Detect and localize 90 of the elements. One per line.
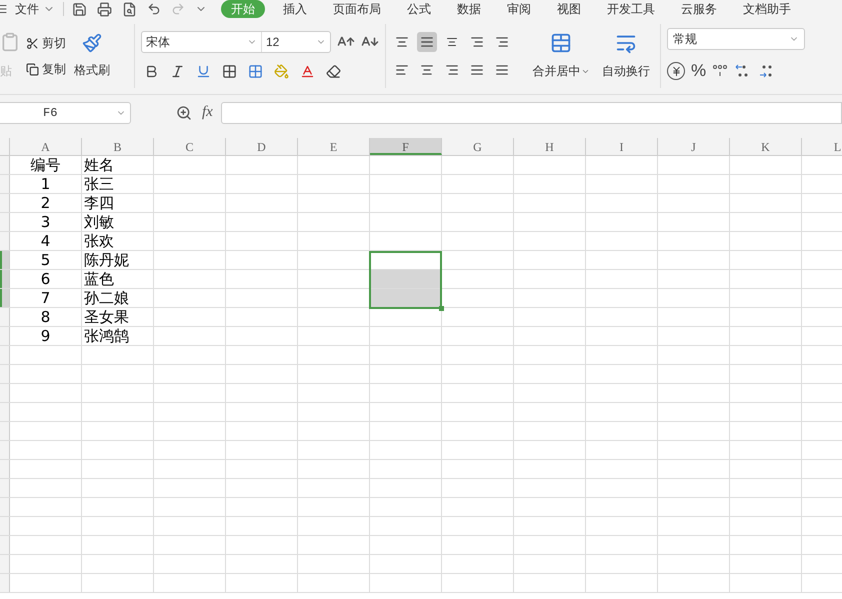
formula-input-field[interactable] [220, 102, 842, 124]
row-header[interactable] [0, 441, 10, 459]
number-format-field[interactable]: 常规 [667, 28, 805, 50]
selected-cell[interactable] [370, 289, 442, 307]
table-cell: 蓝色 [84, 270, 114, 288]
row-header[interactable] [0, 156, 10, 174]
ribbon-tab[interactable]: 插入 [281, 0, 309, 18]
selected-cell[interactable] [370, 270, 442, 288]
align-middle-icon[interactable] [417, 32, 437, 52]
table-cell: 陈丹妮 [84, 251, 129, 269]
table-cell: 8 [40, 308, 50, 326]
row-header[interactable] [0, 460, 10, 478]
column-header[interactable]: C [154, 138, 226, 155]
row-header[interactable] [0, 213, 10, 231]
table-cell: 4 [40, 232, 50, 250]
cut-button[interactable]: 剪切 [26, 34, 66, 52]
currency-icon[interactable] [667, 62, 685, 80]
table-cell: 张三 [84, 175, 114, 193]
row-header[interactable] [0, 384, 10, 402]
column-header[interactable]: L [802, 138, 842, 155]
zoom-icon [176, 104, 192, 120]
percent-button[interactable]: % [691, 58, 706, 84]
column-header[interactable]: K [730, 138, 802, 155]
table-cell: 刘敏 [84, 213, 114, 231]
table-cell: 圣女果 [84, 308, 129, 326]
ribbon-tab[interactable]: 文档助手 [741, 0, 793, 18]
copy-icon [26, 62, 39, 76]
print-icon [97, 2, 112, 16]
save-icon [72, 2, 87, 16]
copy-button[interactable]: 复制 [26, 60, 66, 78]
row-header[interactable] [0, 403, 10, 421]
column-header[interactable]: J [658, 138, 730, 155]
column-header[interactable]: B [82, 138, 154, 155]
table-cell: 1 [40, 175, 50, 193]
function-icon[interactable]: fx [202, 101, 213, 124]
column-header[interactable]: F [370, 138, 442, 155]
format-painter-button[interactable]: 格式刷 [74, 33, 110, 79]
table-cell: 孙二娘 [84, 289, 129, 307]
thousands-separator-icon [712, 63, 728, 79]
ribbon-tab[interactable]: 开发工具 [605, 0, 657, 18]
paste-icon [0, 32, 20, 52]
row-header[interactable] [0, 270, 10, 288]
row-header[interactable] [0, 175, 10, 193]
table-cell: 张欢 [84, 232, 114, 250]
ribbon-tab[interactable]: 云服务 [679, 0, 719, 18]
row-header[interactable] [0, 289, 10, 307]
row-header[interactable] [0, 251, 10, 269]
column-header[interactable]: I [586, 138, 658, 155]
table-cell: 7 [40, 289, 50, 307]
ribbon-tab[interactable]: 公式 [405, 0, 433, 18]
merge-center-button[interactable]: 合并居中 [530, 18, 592, 94]
name-box[interactable]: F6 [0, 102, 131, 124]
row-header[interactable] [0, 498, 10, 516]
row-header[interactable] [0, 346, 10, 364]
paintbrush-icon [82, 33, 102, 53]
redo-icon [171, 2, 185, 16]
merge-cells-icon [550, 32, 572, 54]
column-header[interactable]: D [226, 138, 298, 155]
table-cell: 姓名 [84, 156, 114, 174]
column-header[interactable]: H [514, 138, 586, 155]
row-header[interactable] [0, 194, 10, 212]
table-cell: 9 [40, 327, 50, 345]
row-header[interactable] [0, 574, 10, 592]
scissors-icon [26, 36, 39, 50]
table-cell: 5 [40, 251, 50, 269]
ribbon-tab[interactable]: 视图 [555, 0, 583, 18]
row-header[interactable] [0, 308, 10, 326]
column-header[interactable]: G [442, 138, 514, 155]
undo-icon [147, 2, 161, 16]
row-header[interactable] [0, 555, 10, 573]
table-cell: 编号 [30, 156, 60, 174]
file-menu[interactable]: 文件 [15, 0, 39, 18]
table-cell: 李四 [84, 194, 114, 212]
wrap-text-button[interactable]: 自动换行 [598, 18, 654, 94]
print-preview-icon [122, 2, 137, 16]
ribbon-tab[interactable]: 数据 [455, 0, 483, 18]
row-header[interactable] [0, 327, 10, 345]
row-header[interactable] [0, 536, 10, 554]
table-cell: 张鸿鹄 [84, 327, 129, 345]
column-header[interactable]: A [10, 138, 82, 155]
row-header[interactable] [0, 365, 10, 383]
row-header[interactable] [0, 517, 10, 535]
row-header[interactable] [0, 232, 10, 250]
ribbon-tab[interactable]: 审阅 [505, 0, 533, 18]
row-header[interactable] [0, 479, 10, 497]
table-cell: 3 [40, 213, 50, 231]
ribbon-tab[interactable]: 页面布局 [331, 0, 383, 18]
row-header[interactable] [0, 422, 10, 440]
table-cell: 6 [40, 270, 50, 288]
table-cell: 2 [40, 194, 50, 212]
